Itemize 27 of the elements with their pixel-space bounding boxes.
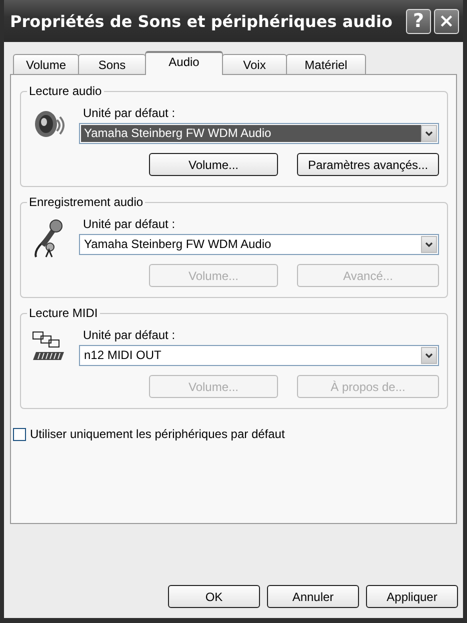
window-title: Propriétés de Sons et périphériques audio — [10, 12, 394, 30]
dialog-button[interactable]: Appliquer — [366, 585, 458, 608]
group-title: Enregistrement audio — [27, 195, 146, 209]
group-title: Lecture audio — [27, 84, 104, 98]
device-dropdown[interactable]: Yamaha Steinberg FW WDM Audio — [79, 234, 439, 255]
dialog-button[interactable]: OK — [168, 585, 260, 608]
checkbox[interactable] — [13, 428, 26, 440]
field-label: Unité par défaut : — [83, 106, 176, 120]
dialog-button[interactable]: Paramètres avançés... — [297, 153, 439, 176]
device-dropdown[interactable]: n12 MIDI OUT — [79, 345, 439, 366]
tab[interactable]: Voix — [222, 54, 287, 74]
dropdown-value: Yamaha Steinberg FW WDM Audio — [83, 236, 272, 253]
field-label: Unité par défaut : — [83, 217, 176, 231]
device-dropdown[interactable]: Yamaha Steinberg FW WDM Audio — [79, 123, 439, 144]
tab[interactable]: Audio — [145, 51, 223, 75]
dialog-button[interactable]: Annuler — [267, 585, 359, 608]
tab[interactable]: Volume — [13, 54, 79, 74]
close-button[interactable]: × — [434, 8, 459, 34]
checkbox-label: Utiliser uniquement les périphériques par défaut — [30, 427, 285, 441]
help-button[interactable]: ? — [406, 8, 431, 34]
dialog-button[interactable]: Volume... — [149, 153, 278, 176]
dropdown-value: n12 MIDI OUT — [83, 347, 162, 364]
group-title: Lecture MIDI — [27, 306, 100, 320]
field-label: Unité par défaut : — [83, 328, 176, 342]
dropdown-value: Yamaha Steinberg FW WDM Audio — [81, 125, 421, 142]
tab[interactable]: Matériel — [286, 54, 366, 74]
tab[interactable]: Sons — [78, 54, 146, 74]
